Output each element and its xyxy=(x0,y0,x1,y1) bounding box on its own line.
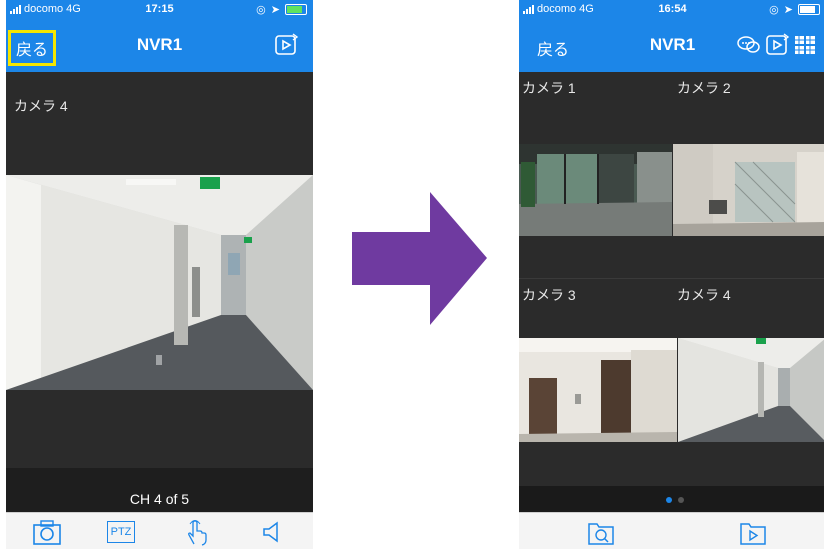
page-dot-active[interactable] xyxy=(666,497,672,503)
hand-touch-icon[interactable] xyxy=(182,518,212,546)
status-bar: docomo 4G 17:15 ◎ ➤ xyxy=(6,0,313,20)
camera-video-feed[interactable] xyxy=(6,175,313,390)
camera-video-feed[interactable] xyxy=(678,338,824,442)
navigation-bar: 戻る NVR1 xyxy=(519,20,824,72)
back-button[interactable]: 戻る xyxy=(533,34,573,62)
camera-label: カメラ 4 xyxy=(677,287,731,303)
back-button[interactable]: 戻る xyxy=(7,30,57,66)
battery-icon xyxy=(285,4,307,15)
folder-play-icon[interactable] xyxy=(739,518,767,546)
ptz-button[interactable]: PTZ xyxy=(107,518,137,546)
bottom-toolbar xyxy=(519,512,824,549)
battery-icon xyxy=(798,4,820,15)
corridor-image xyxy=(6,175,313,390)
camera-video-feed[interactable] xyxy=(673,144,824,236)
right-phone-screen: docomo 4G 16:54 ◎ ➤ 戻る NVR1 カメラ 1 カメラ 2 … xyxy=(519,0,824,549)
speaker-icon[interactable] xyxy=(260,518,284,546)
navigation-bar: 戻る NVR1 xyxy=(6,20,313,72)
playback-icon[interactable] xyxy=(273,32,299,58)
alarm-icon: ◎ xyxy=(769,4,779,16)
entrance-image xyxy=(673,144,824,236)
ptz-label: PTZ xyxy=(107,521,135,543)
camera-label: カメラ 4 xyxy=(14,98,68,114)
corridor-image xyxy=(678,338,824,442)
camera-icon[interactable] xyxy=(32,518,62,546)
lobby-image xyxy=(519,144,672,236)
transition-arrow-icon xyxy=(352,192,487,325)
status-icons: ◎ ➤ xyxy=(256,3,307,16)
nav-title: NVR1 xyxy=(136,35,183,54)
page-indicator xyxy=(519,486,824,512)
channel-bar: CH 4 of 5 xyxy=(6,468,313,512)
camera-video-feed[interactable] xyxy=(519,144,672,236)
folder-search-icon[interactable] xyxy=(587,518,615,546)
page-dot[interactable] xyxy=(678,497,684,503)
camera-label: カメラ 1 xyxy=(522,80,576,96)
status-bar: docomo 4G 16:54 ◎ ➤ xyxy=(519,0,824,20)
camera-label: カメラ 2 xyxy=(677,80,731,96)
playback-icon[interactable] xyxy=(764,32,790,58)
location-icon: ➤ xyxy=(783,4,793,16)
location-icon: ➤ xyxy=(270,4,280,16)
chat-icon[interactable] xyxy=(736,32,762,58)
grid-divider xyxy=(519,278,824,279)
alarm-icon: ◎ xyxy=(256,4,266,16)
bottom-toolbar: PTZ xyxy=(6,512,313,549)
left-phone-screen: docomo 4G 17:15 ◎ ➤ 戻る NVR1 カメラ 4 CH 4 o… xyxy=(6,0,313,549)
grid-layout-icon[interactable] xyxy=(792,32,818,58)
camera-label: カメラ 3 xyxy=(522,287,576,303)
camera-video-feed[interactable] xyxy=(519,338,677,442)
status-icons: ◎ ➤ xyxy=(769,3,820,16)
elevator-hall-image xyxy=(519,338,677,442)
channel-indicator: CH 4 of 5 xyxy=(129,491,190,507)
